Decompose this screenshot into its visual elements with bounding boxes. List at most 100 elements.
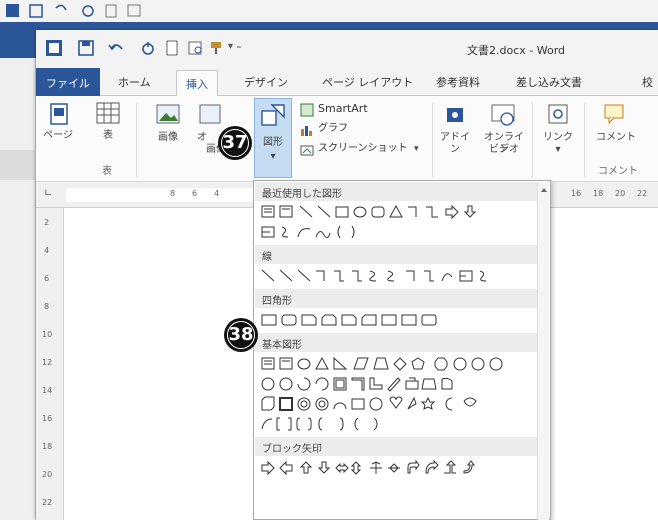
table-icon — [96, 102, 120, 124]
rectangle-shapes-icons[interactable] — [260, 311, 470, 329]
recent-shapes-row-2[interactable] — [260, 223, 420, 243]
vruler-number: 6 — [44, 274, 50, 283]
save-icon[interactable] — [78, 40, 94, 56]
vruler-number: 8 — [44, 302, 50, 311]
tab-design[interactable]: デザイン — [244, 74, 288, 90]
vruler-number: 14 — [42, 386, 53, 395]
tab-insert[interactable]: 挿入 — [176, 70, 218, 97]
basic-shapes-icons-2[interactable] — [260, 375, 536, 393]
smartart-button[interactable]: SmartArt — [300, 102, 440, 118]
separator — [136, 102, 137, 178]
print-preview-icon[interactable] — [188, 40, 204, 56]
block-arrows-row[interactable] — [260, 459, 536, 479]
section-lines: 線 — [255, 245, 537, 264]
pictures-button[interactable]: 画像 — [154, 102, 186, 160]
tab-mailings[interactable]: 差し込み文書 — [516, 74, 582, 90]
basic-shapes-row-1[interactable] — [260, 355, 536, 375]
section-block-arrows: ブロック矢印 — [255, 437, 537, 456]
new-document-icon[interactable] — [164, 40, 180, 56]
line-shapes-icons[interactable] — [260, 267, 536, 285]
comment-button[interactable]: コメント — [592, 102, 640, 162]
ribbon-insert: ページ 表 表 画像 オ 画像 図形 ▾ SmartArt グラフ スクリーンシ… — [36, 96, 658, 182]
callout-badge-37: 37 — [218, 126, 252, 160]
tab-page-layout[interactable]: ページ レイアウト — [322, 74, 413, 90]
word-logo-icon — [46, 40, 62, 56]
screenshot-icon — [300, 145, 314, 156]
screenshot-label: スクリーンショット — [318, 143, 408, 154]
store-icon — [447, 108, 463, 122]
links-button[interactable]: リンク ▾ — [538, 102, 578, 162]
separator — [532, 102, 533, 178]
tab-stop-icon[interactable]: ∟ — [44, 188, 52, 199]
online-video-label-2: ビデオ — [489, 144, 519, 155]
separator — [432, 102, 433, 178]
smartart-label: SmartArt — [318, 102, 368, 115]
shapes-button[interactable]: 図形 ▾ — [254, 98, 292, 178]
links-dropdown-icon: ▾ — [555, 144, 561, 155]
vruler-number: 12 — [42, 358, 53, 367]
section-rectangles: 四角形 — [255, 289, 537, 308]
vruler-number: 4 — [44, 246, 50, 255]
ruler-margin — [66, 188, 254, 202]
title-bar: ▾ ₌ 文書2.docx - Word — [36, 30, 658, 68]
chart-button[interactable]: グラフ — [300, 122, 400, 138]
format-painter-icon[interactable] — [208, 40, 224, 56]
section-recent-shapes: 最近使用した図形 — [255, 182, 537, 201]
screenshot-button[interactable]: スクリーンショット ▾ — [300, 142, 430, 158]
ribbon-tabs: ファイル ホーム 挿入 デザイン ページ レイアウト 参考資料 差し込み文書 校 — [36, 68, 658, 97]
vruler-number: 22 — [42, 498, 53, 507]
shapes-icon — [261, 104, 285, 126]
block-arrow-icons[interactable] — [260, 459, 536, 477]
rectangles-row[interactable] — [260, 311, 470, 331]
smartart-icon — [300, 103, 314, 117]
vertical-ruler[interactable]: 2 4 6 8 10 12 14 16 18 20 22 — [36, 208, 64, 520]
back-quick-access-icons — [6, 4, 141, 18]
gallery-scrollbar[interactable] — [537, 182, 549, 520]
qat-dropdown-icon[interactable]: ▾ ₌ — [228, 41, 241, 52]
tab-review[interactable]: 校 — [642, 74, 653, 90]
window-title: 文書2.docx - Word — [467, 44, 566, 57]
vruler-number: 20 — [42, 470, 53, 479]
tab-file[interactable]: ファイル — [36, 68, 100, 96]
basic-shapes-icons-4[interactable] — [260, 415, 536, 433]
ruler-number: 4 — [214, 189, 220, 198]
redo-icon[interactable] — [140, 40, 156, 56]
table-label: 表 — [103, 130, 113, 141]
back-window-ruler — [0, 150, 36, 180]
tab-home[interactable]: ホーム — [118, 74, 151, 90]
section-basic-shapes: 基本図形 — [255, 333, 537, 352]
tab-references[interactable]: 参考資料 — [436, 74, 480, 90]
pages-label: ページ — [43, 130, 73, 141]
apps-label-2: ン — [450, 144, 460, 155]
shapes-dropdown-icon: ▾ — [270, 151, 276, 162]
lines-row[interactable] — [260, 267, 536, 287]
basic-shapes-icons-3[interactable] — [260, 395, 536, 413]
vruler-number: 16 — [42, 414, 53, 423]
vruler-number: 10 — [42, 330, 53, 339]
apps-label: アドイ — [440, 132, 470, 143]
table-group-label: 表 — [102, 166, 112, 177]
back-window-toolbar — [0, 0, 658, 22]
back-window-ribbon — [0, 58, 36, 520]
recent-shapes-row-1[interactable] — [260, 203, 536, 223]
video-icon — [491, 104, 515, 126]
pages-button[interactable]: ページ — [40, 102, 76, 160]
basic-shapes-row-4[interactable] — [260, 415, 536, 435]
online-video-button[interactable]: オンライン ビデオ — [480, 102, 528, 162]
link-icon — [548, 104, 568, 124]
chart-label: グラフ — [318, 123, 348, 134]
recent-shapes-icons[interactable] — [260, 203, 536, 221]
basic-shapes-row-2[interactable] — [260, 375, 536, 395]
ruler-number: 18 — [593, 189, 604, 198]
shapes-gallery: 最近使用した図形 線 四角形 基本図形 ブロック矢印 — [253, 180, 551, 520]
basic-shapes-row-3[interactable] — [260, 395, 536, 415]
page-icon — [50, 103, 68, 125]
basic-shapes-icons-1[interactable] — [260, 355, 536, 373]
table-button[interactable]: 表 — [94, 100, 126, 158]
apps-button[interactable]: アドイ ン — [438, 102, 472, 162]
chart-icon — [301, 126, 312, 136]
scroll-up-icon[interactable] — [539, 185, 549, 195]
recent-shapes-icons-2[interactable] — [260, 223, 420, 241]
undo-icon[interactable] — [108, 40, 124, 56]
vruler-number: 18 — [42, 442, 53, 451]
